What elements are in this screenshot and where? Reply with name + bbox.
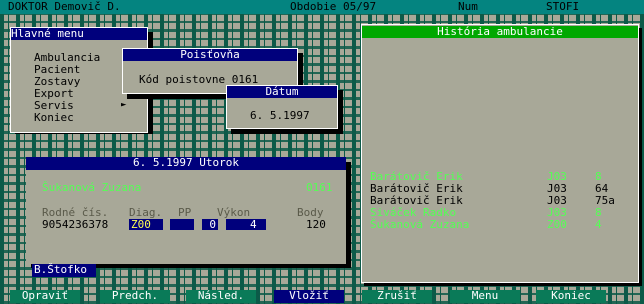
date-value: 6. 5.1997 [250, 109, 310, 122]
nasled-button[interactable]: Násled. [186, 290, 256, 303]
history-row[interactable]: Šukanová Zuzana Z00 4 [370, 219, 630, 231]
patient-window: 6. 5.1997 Utorok Šukanová Zuzana 0161 Ro… [26, 157, 346, 277]
insurance-title: Poisťovňa [123, 49, 297, 61]
app-name: STOFI [546, 0, 580, 13]
header-vykon: Výkon [217, 206, 251, 219]
period-label: Obdobie 05/97 [290, 0, 377, 13]
doctor-name: B.Štofko [34, 263, 87, 276]
body-value: 120 [306, 218, 326, 231]
predch-button[interactable]: Predch. [100, 290, 170, 303]
submenu-arrow-icon: ► [121, 100, 127, 110]
menu-item-koniec[interactable]: Koniec [34, 112, 74, 124]
patient-name[interactable]: Šukanová Zuzana [42, 182, 141, 194]
diag-field[interactable]: Z00 [129, 219, 163, 231]
date-title: Dátum [227, 86, 337, 98]
history-window: História ambulancie Barátovič Erik J03 8 Ba… [361, 24, 639, 283]
vykon-value: 4 [250, 218, 257, 231]
vlozit-button[interactable]: Vložiť [274, 290, 344, 303]
main-menu-title: Hlavné menu [11, 28, 147, 40]
user-name: DOKTOR Demovič D. [8, 0, 121, 13]
doctor-label-box: B.Štofko [32, 264, 96, 277]
vykon-field[interactable]: 4 [226, 218, 266, 231]
history-name: Šukanová Zuzana [370, 218, 470, 231]
num-lock-indicator: Num [458, 0, 478, 13]
history-diag: Z00 [547, 218, 567, 231]
header-pp: PP [178, 206, 192, 219]
zrusit-button[interactable]: Zrušiť [362, 290, 432, 303]
birth-no-value[interactable]: 9054236378 [42, 219, 108, 231]
patient-title: 6. 5.1997 Utorok [26, 157, 346, 170]
status-bar: DOKTOR Demovič D. Obdobie 05/97 Num STOF… [0, 0, 644, 14]
pp-field[interactable] [170, 219, 194, 230]
koniec-button[interactable]: Koniec [536, 290, 606, 303]
insurance-code: 0161 [306, 181, 333, 194]
menu-button[interactable]: Menu [450, 290, 520, 303]
date-window: Dátum 6. 5.1997 [226, 85, 338, 129]
history-vykon: 4 [595, 218, 602, 231]
opravit-button[interactable]: Opraviť [10, 290, 80, 303]
history-title: História ambulancie [362, 26, 638, 38]
pp2-field[interactable]: 0 [202, 219, 218, 231]
